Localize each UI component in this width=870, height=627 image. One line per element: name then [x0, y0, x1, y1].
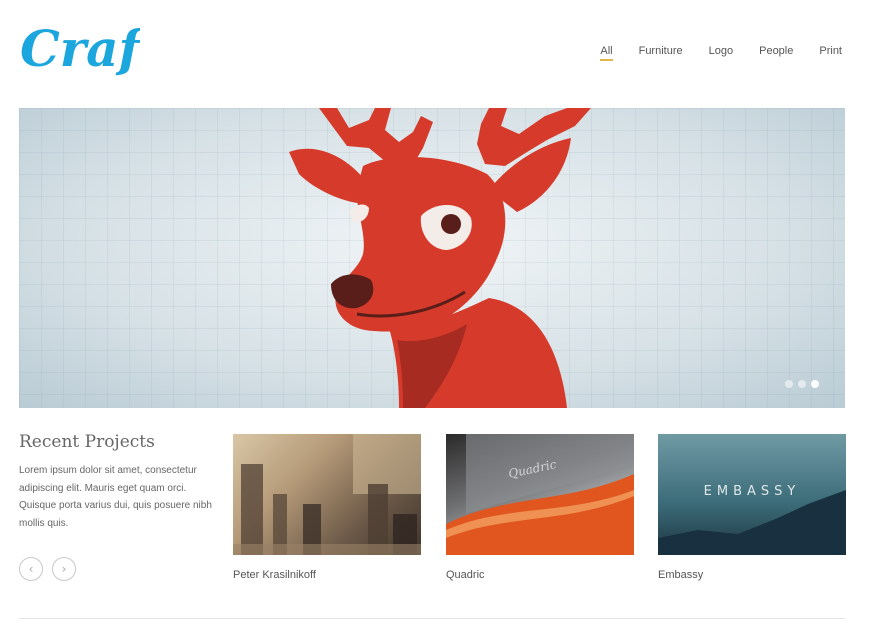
project-card[interactable]: EMBASSY Embassy: [658, 434, 846, 581]
project-thumbnail[interactable]: Quadric: [446, 434, 634, 555]
project-thumbnail[interactable]: EMBASSY: [658, 434, 846, 555]
project-thumbnail[interactable]: [233, 434, 421, 555]
project-caption[interactable]: Quadric: [446, 569, 634, 581]
slider-pagination: [785, 380, 819, 388]
prev-arrow-icon[interactable]: ‹: [19, 557, 43, 581]
slider-dot[interactable]: [785, 380, 793, 388]
svg-text:Craft: Craft: [20, 19, 140, 78]
carousel-controls: ‹ ›: [19, 557, 76, 581]
project-card[interactable]: Quadric Quadric: [446, 434, 634, 581]
recent-projects-intro: Recent Projects Lorem ipsum dolor sit am…: [19, 432, 214, 532]
project-card[interactable]: Peter Krasilnikoff: [233, 434, 421, 581]
slider-dot-active[interactable]: [811, 380, 819, 388]
category-nav: All Furniture Logo People Print: [574, 45, 842, 61]
next-arrow-icon[interactable]: ›: [52, 557, 76, 581]
slider-dot[interactable]: [798, 380, 806, 388]
quadric-book-photo: [446, 434, 634, 555]
nav-item-people[interactable]: People: [759, 45, 793, 59]
craft-logo-icon: Craft: [20, 19, 140, 78]
street-scene-photo: [233, 434, 421, 555]
project-caption[interactable]: Peter Krasilnikoff: [233, 569, 421, 581]
red-deer-illustration: [289, 108, 591, 408]
section-title: Recent Projects: [19, 432, 155, 452]
embassy-overlay-text: EMBASSY: [703, 484, 801, 499]
footer-divider: [19, 618, 845, 619]
nav-item-all[interactable]: All: [600, 45, 613, 61]
nav-item-furniture[interactable]: Furniture: [639, 45, 683, 59]
nav-item-print[interactable]: Print: [819, 45, 842, 59]
section-description: Lorem ipsum dolor sit amet, consectetur …: [19, 465, 212, 529]
project-caption[interactable]: Embassy: [658, 569, 846, 581]
site-logo[interactable]: Craft: [18, 14, 140, 86]
hero-slider[interactable]: [19, 108, 845, 408]
nav-item-logo[interactable]: Logo: [709, 45, 733, 59]
